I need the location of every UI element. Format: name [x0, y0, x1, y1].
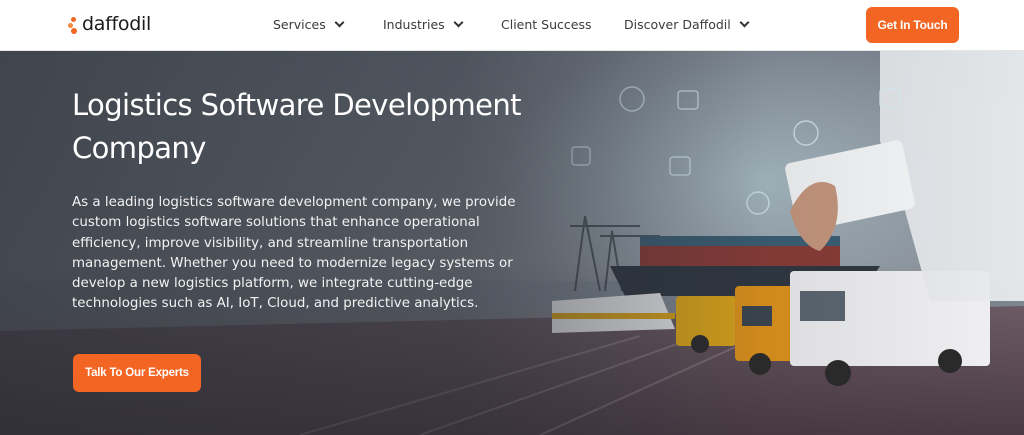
nav-client-success-label: Client Success — [501, 17, 592, 32]
nav-discover-daffodil[interactable]: Discover Daffodil — [624, 17, 750, 32]
logo-mark-icon — [68, 12, 82, 36]
talk-to-experts-button[interactable]: Talk To Our Experts — [73, 354, 201, 392]
nav-industries[interactable]: Industries — [383, 17, 464, 32]
logo-text: daffodil — [82, 13, 151, 35]
nav-discover-daffodil-label: Discover Daffodil — [624, 17, 731, 32]
chevron-down-icon — [739, 17, 750, 28]
nav-services[interactable]: Services — [273, 17, 345, 32]
nav-industries-label: Industries — [383, 17, 445, 32]
hero-section: Logistics Software Development Company A… — [0, 51, 1024, 435]
get-in-touch-button[interactable]: Get In Touch — [866, 7, 959, 43]
hero-title: Logistics Software Development Company — [72, 88, 522, 165]
hero-description: As a leading logistics software developm… — [72, 195, 516, 312]
chevron-down-icon — [453, 17, 464, 28]
nav-services-label: Services — [273, 17, 326, 32]
nav-client-success[interactable]: Client Success — [501, 17, 591, 32]
site-header: daffodil Services Industries Client Succ… — [0, 0, 1024, 51]
chevron-down-icon — [334, 17, 345, 28]
daffodil-logo[interactable]: daffodil — [68, 12, 151, 36]
